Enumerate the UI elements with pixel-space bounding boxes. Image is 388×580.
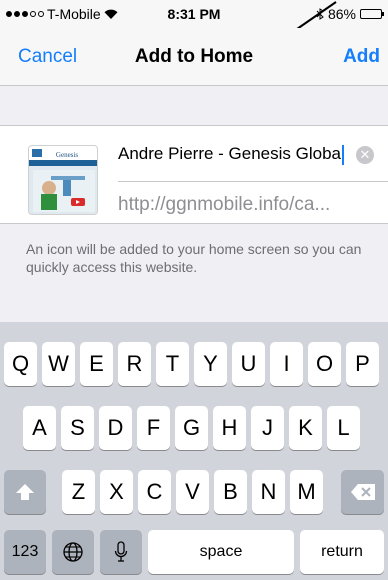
website-thumbnail: Genesis [28,145,98,215]
svg-text:Genesis: Genesis [56,151,78,159]
key-c[interactable]: C [138,470,171,514]
key-d[interactable]: D [99,406,132,450]
keyboard: QWERTYUIOP ASDFGHJKL ZXCVBNM 123 space r [0,322,388,580]
delete-key[interactable] [341,470,384,514]
bookmark-name-value: Andre Pierre - Genesis Globa [118,144,341,163]
key-b[interactable]: B [214,470,247,514]
key-g[interactable]: G [175,406,208,450]
key-a[interactable]: A [23,406,56,450]
key-i[interactable]: I [270,342,303,386]
key-f[interactable]: F [137,406,170,450]
key-h[interactable]: H [213,406,246,450]
shift-key[interactable] [4,470,46,514]
clear-text-icon[interactable]: ✕ [356,146,374,164]
key-r[interactable]: R [118,342,151,386]
navigation-bar: Cancel Add to Home Add [0,28,388,86]
backspace-icon [350,484,375,500]
key-p[interactable]: P [346,342,379,386]
field-divider [118,181,388,182]
key-l[interactable]: L [327,406,360,450]
key-w[interactable]: W [42,342,75,386]
numbers-key[interactable]: 123 [4,530,46,574]
key-m[interactable]: M [290,470,323,514]
shift-arrow-icon [16,484,34,500]
globe-icon [63,542,83,562]
key-x[interactable]: X [100,470,133,514]
globe-key[interactable] [52,530,94,574]
key-k[interactable]: K [289,406,322,450]
key-z[interactable]: Z [62,470,95,514]
bookmark-url: http://ggnmobile.info/ca... [118,194,331,215]
key-j[interactable]: J [251,406,284,450]
bookmark-name-input[interactable]: Andre Pierre - Genesis Globa [118,144,380,165]
microphone-icon [114,541,128,562]
battery-icon [360,9,384,19]
key-e[interactable]: E [80,342,113,386]
return-key[interactable]: return [300,530,384,574]
key-s[interactable]: S [61,406,94,450]
key-q[interactable]: Q [4,342,37,386]
key-n[interactable]: N [252,470,285,514]
key-v[interactable]: V [176,470,209,514]
key-o[interactable]: O [308,342,341,386]
page-title: Add to Home [134,46,254,67]
text-cursor [342,144,344,165]
bookmark-card: Genesis Andre Pierre - Genesis Globa ✕ h… [0,125,388,224]
info-text: An icon will be added to your home scree… [26,241,362,275]
genesis-thumbnail-icon: Genesis [29,146,97,212]
add-button[interactable]: Add [343,46,380,68]
key-u[interactable]: U [232,342,265,386]
dictation-key[interactable] [100,530,142,574]
key-t[interactable]: T [156,342,189,386]
space-key[interactable]: space [148,530,294,574]
key-y[interactable]: Y [194,342,227,386]
